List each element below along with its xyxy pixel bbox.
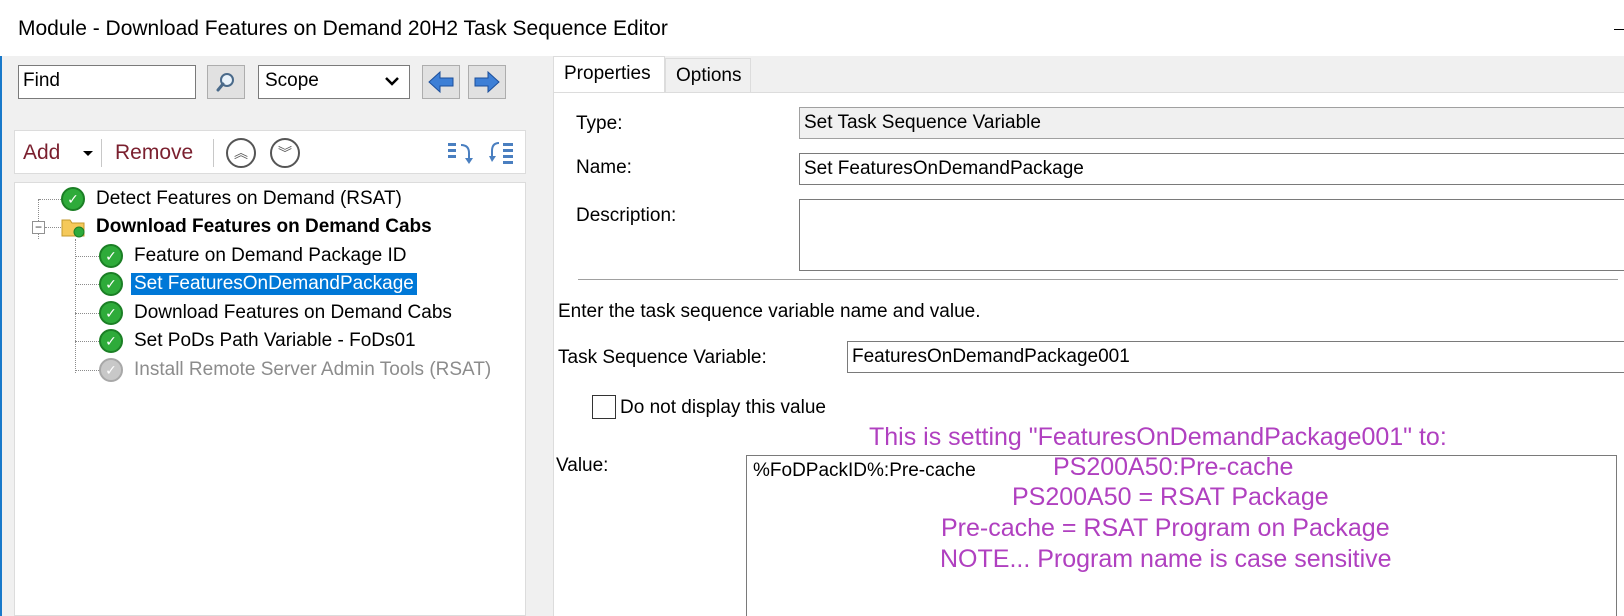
expand-collapse-icon[interactable] xyxy=(445,139,473,167)
tree-group-label: Download Features on Demand Cabs xyxy=(96,216,432,237)
title-bar: Module - Download Features on Demand 20H… xyxy=(0,0,1624,56)
check-icon: ✓ xyxy=(61,187,85,211)
tree-item[interactable]: ✓ Detect Features on Demand (RSAT) xyxy=(61,186,405,212)
tree-group[interactable]: Download Features on Demand Cabs xyxy=(61,214,435,240)
remove-button[interactable]: Remove xyxy=(115,141,193,165)
type-label: Type: xyxy=(576,113,623,134)
tree-item-selected[interactable]: ✓ Set FeaturesOnDemandPackage xyxy=(99,271,417,297)
description-field[interactable] xyxy=(799,199,1624,271)
right-pane: Properties Options Type: Set Task Sequen… xyxy=(545,56,1624,616)
search-icon xyxy=(216,73,234,92)
find-input[interactable]: Find xyxy=(18,65,196,99)
move-down-icon[interactable]: ︾ xyxy=(270,138,300,168)
arrow-right-icon xyxy=(474,70,500,94)
check-icon: ✓ xyxy=(99,358,123,382)
tree-item[interactable]: ✓ Download Features on Demand Cabs xyxy=(99,300,455,326)
tree-item-disabled[interactable]: ✓ Install Remote Server Admin Tools (RSA… xyxy=(99,357,494,383)
check-icon: ✓ xyxy=(99,329,123,353)
left-pane: Find Scope Add Remove ︽ ︾ − ✓ Detect Fea… xyxy=(2,56,545,616)
annotation-line-2: PS200A50:Pre-cache xyxy=(1053,453,1294,481)
hide-value-label: Do not display this value xyxy=(620,397,826,418)
tree-connector xyxy=(75,256,99,257)
window-title: Module - Download Features on Demand 20H… xyxy=(18,17,668,40)
annotation-line-4: Pre-cache = RSAT Program on Package xyxy=(941,514,1390,542)
step-tree: − ✓ Detect Features on Demand (RSAT) Dow… xyxy=(14,182,526,616)
check-icon: ✓ xyxy=(99,272,123,296)
tree-item-label: Feature on Demand Package ID xyxy=(134,245,407,266)
arrow-left-icon xyxy=(428,70,454,94)
collapse-toggle[interactable]: − xyxy=(32,221,45,234)
add-button[interactable]: Add xyxy=(23,141,60,165)
move-up-icon[interactable]: ︽ xyxy=(226,138,256,168)
type-field: Set Task Sequence Variable xyxy=(799,107,1624,139)
check-icon: ✓ xyxy=(99,244,123,268)
tree-item-label: Set FeaturesOnDemandPackage xyxy=(131,273,417,295)
step-toolbar: Add Remove ︽ ︾ xyxy=(14,130,526,174)
tree-item-label: Set PoDs Path Variable - FoDs01 xyxy=(134,330,416,351)
section-divider xyxy=(578,279,1618,280)
tree-item-label: Install Remote Server Admin Tools (RSAT) xyxy=(134,359,492,380)
description-label: Description: xyxy=(576,205,677,226)
tree-item[interactable]: ✓ Set PoDs Path Variable - FoDs01 xyxy=(99,328,419,354)
folder-icon xyxy=(61,219,85,238)
check-icon: ✓ xyxy=(99,301,123,325)
tab-properties[interactable]: Properties xyxy=(553,56,665,94)
properties-panel: Type: Set Task Sequence Variable Name: S… xyxy=(553,92,1624,616)
annotation-line-3: PS200A50 = RSAT Package xyxy=(1012,483,1329,511)
find-previous-button[interactable] xyxy=(422,65,460,99)
name-label: Name: xyxy=(576,157,632,178)
annotation-line-1: This is setting "FeaturesOnDemandPackage… xyxy=(869,423,1447,451)
add-dropdown-arrow-icon[interactable] xyxy=(83,151,93,156)
tree-item[interactable]: ✓ Feature on Demand Package ID xyxy=(99,243,410,269)
value-field-text: %FoDPackID%:Pre-cache xyxy=(753,460,976,481)
toolbar-separator xyxy=(213,139,214,167)
tab-options[interactable]: Options xyxy=(665,58,751,92)
tree-connector xyxy=(39,199,61,200)
tree-connector xyxy=(75,284,99,285)
hide-value-checkbox[interactable] xyxy=(592,395,616,419)
tree-connector xyxy=(75,239,76,373)
find-button[interactable] xyxy=(207,65,245,99)
tree-connector xyxy=(75,341,99,342)
tree-item-label: Download Features on Demand Cabs xyxy=(134,302,452,323)
tree-item-label: Detect Features on Demand (RSAT) xyxy=(96,188,402,209)
variable-field[interactable]: FeaturesOnDemandPackage001 xyxy=(847,341,1624,373)
name-field[interactable]: Set FeaturesOnDemandPackage xyxy=(799,153,1624,185)
instruction-text: Enter the task sequence variable name an… xyxy=(558,301,981,322)
find-next-button[interactable] xyxy=(468,65,506,99)
group-steps-icon[interactable] xyxy=(489,139,517,167)
annotation-line-5: NOTE... Program name is case sensitive xyxy=(940,545,1392,573)
scope-select-value: Scope xyxy=(265,70,319,91)
value-label: Value: xyxy=(556,455,609,476)
tree-connector xyxy=(45,227,61,228)
chevron-down-icon xyxy=(385,77,399,86)
minimize-button[interactable] xyxy=(1606,16,1624,30)
tree-connector xyxy=(75,370,99,371)
toolbar-separator xyxy=(101,139,102,167)
variable-label: Task Sequence Variable: xyxy=(558,347,767,368)
scope-select[interactable]: Scope xyxy=(258,65,410,99)
tree-connector xyxy=(75,313,99,314)
